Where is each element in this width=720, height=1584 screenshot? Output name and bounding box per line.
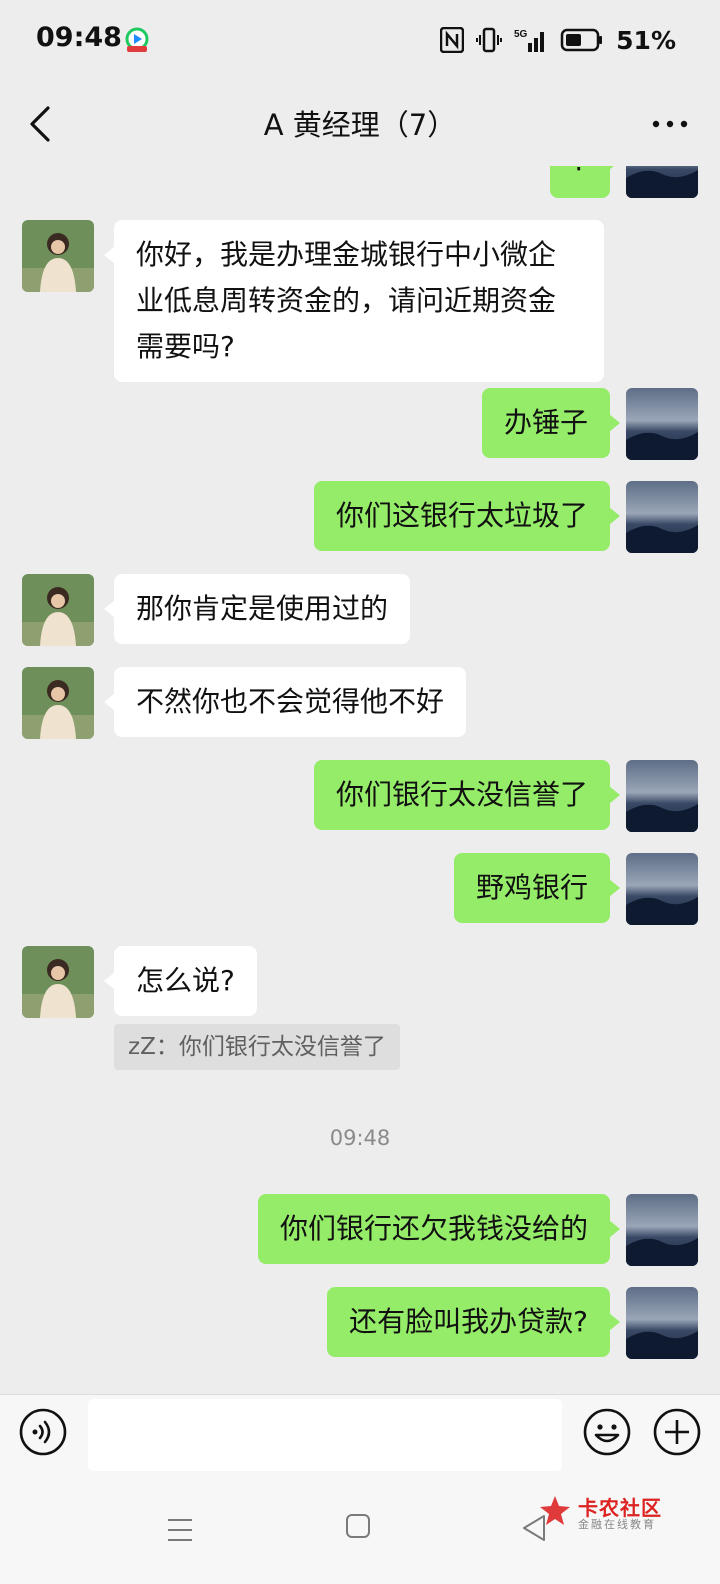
message-input[interactable] bbox=[88, 1399, 562, 1471]
message-bubble-other[interactable]: 怎么说? bbox=[104, 946, 257, 1016]
watermark-logo: 卡农社区 金融在线教育 bbox=[538, 1494, 718, 1534]
message-bubble-self[interactable]: ? bbox=[550, 166, 620, 198]
svg-text:5G: 5G bbox=[514, 29, 528, 40]
watermark-icon bbox=[540, 1496, 570, 1525]
chat-header: A 黄经理（7） bbox=[0, 82, 720, 166]
chat-title: A 黄经理（7） bbox=[263, 108, 457, 142]
quoted-reply[interactable]: zZ：你们银行太没信誉了 bbox=[114, 1024, 400, 1070]
vibrate-icon bbox=[476, 27, 503, 53]
app-notification-icon bbox=[125, 27, 149, 52]
message-bubble-self[interactable]: 野鸡银行 bbox=[453, 853, 621, 923]
avatar-other[interactable] bbox=[22, 574, 94, 646]
battery-percent: 51% bbox=[616, 25, 676, 55]
avatar-other[interactable] bbox=[22, 220, 94, 292]
message-bubble-self[interactable]: 你们这银行太垃圾了 bbox=[313, 481, 621, 551]
input-bar bbox=[0, 1394, 720, 1485]
plus-icon[interactable] bbox=[652, 1407, 702, 1457]
message-bubble-other[interactable]: 那你肯定是使用过的 bbox=[103, 574, 411, 644]
avatar-self[interactable] bbox=[626, 481, 698, 553]
message-bubble-self[interactable]: 你们银行还欠我钱没给的 bbox=[257, 1194, 621, 1264]
avatar-self[interactable] bbox=[626, 1287, 698, 1359]
battery-icon bbox=[560, 28, 603, 52]
emoji-icon[interactable] bbox=[582, 1407, 632, 1457]
avatar-self[interactable] bbox=[626, 1194, 698, 1266]
message-bubble-other[interactable]: 你好，我是办理金城银行中小微企业低息周转资金的，请问近期资金需要吗? bbox=[104, 220, 604, 382]
avatar-self[interactable] bbox=[626, 166, 698, 198]
message-list[interactable]: ? 你好，我是办理金城银行中小微企业低息周转资金的，请问近期资金需要吗? 办锤子… bbox=[0, 166, 720, 1394]
avatar-other[interactable] bbox=[22, 946, 94, 1018]
message-timestamp: 09:48 bbox=[329, 1126, 391, 1150]
voice-icon[interactable] bbox=[18, 1407, 68, 1457]
home-icon[interactable] bbox=[344, 1512, 372, 1540]
status-time: 09:48 bbox=[36, 22, 122, 53]
nfc-icon bbox=[440, 27, 465, 53]
watermark-subtitle: 金融在线教育 bbox=[578, 1518, 656, 1531]
recent-apps-icon[interactable] bbox=[166, 1514, 194, 1546]
avatar-other[interactable] bbox=[22, 667, 94, 739]
avatar-self[interactable] bbox=[626, 853, 698, 925]
more-dots-icon[interactable] bbox=[650, 110, 690, 138]
avatar-self[interactable] bbox=[626, 760, 698, 832]
avatar-self[interactable] bbox=[626, 388, 698, 460]
message-bubble-self[interactable]: 你们银行太没信誉了 bbox=[313, 760, 621, 830]
message-bubble-self[interactable]: 办锤子 bbox=[481, 388, 621, 458]
message-bubble-other[interactable]: 不然你也不会觉得他不好 bbox=[103, 667, 467, 737]
message-bubble-self[interactable]: 还有脸叫我办贷款? bbox=[327, 1287, 620, 1357]
status-bar: 09:48 5G 51% bbox=[0, 0, 720, 80]
signal-icon: 5G bbox=[514, 29, 545, 52]
